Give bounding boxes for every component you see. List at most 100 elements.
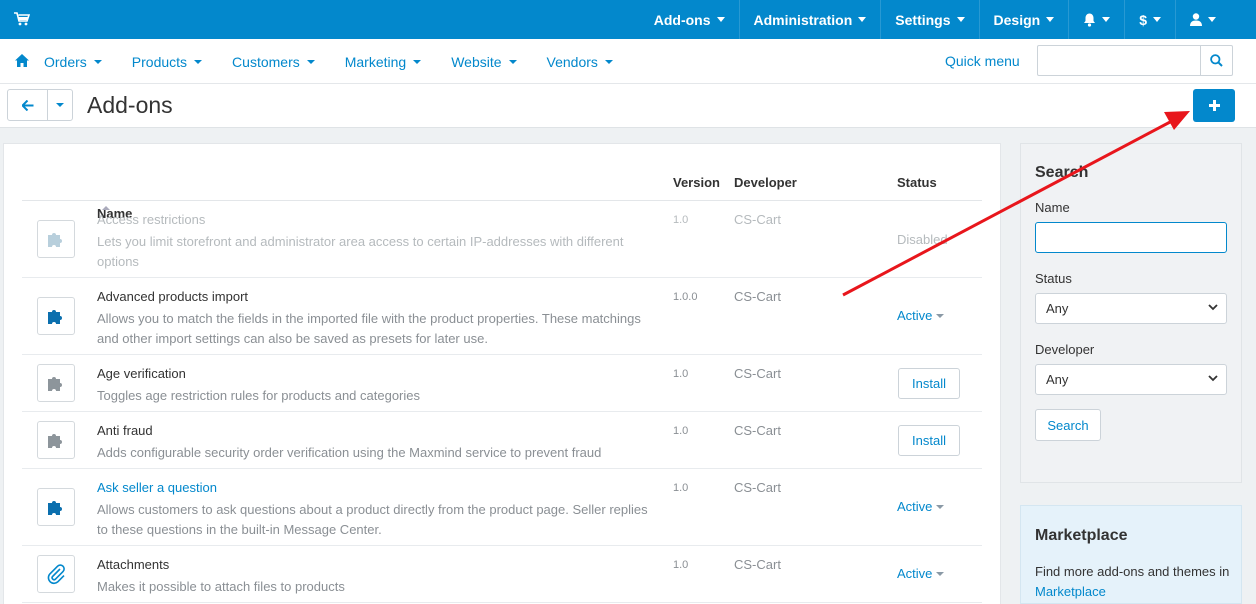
- top-nav-notifications[interactable]: [1068, 0, 1124, 39]
- status-label: Disabled: [897, 232, 948, 247]
- top-nav-settings[interactable]: Settings: [880, 0, 978, 39]
- install-button[interactable]: Install: [898, 425, 960, 456]
- addon-description: Allows you to match the fields in the im…: [97, 311, 641, 346]
- chevron-down-icon: [93, 59, 102, 64]
- marketplace-text-body: Find more add-ons and themes in: [1035, 564, 1230, 579]
- status-select-value: Any: [1046, 301, 1069, 316]
- developer-label: Developer: [1035, 342, 1095, 357]
- addon-developer: CS-Cart: [734, 423, 781, 438]
- cart-icon[interactable]: [14, 12, 30, 26]
- addon-description: Makes it possible to attach files to pro…: [97, 579, 345, 594]
- top-nav-addons[interactable]: Add-ons: [640, 0, 739, 39]
- addon-version: 1.0: [673, 214, 689, 226]
- arrow-left-icon: [21, 99, 33, 111]
- table-row: Ask seller a question Allows customers t…: [22, 469, 982, 546]
- menu-orders[interactable]: Orders: [44, 54, 102, 70]
- top-nav-administration-label: Administration: [753, 11, 853, 28]
- table-row: Anti fraud Adds configurable security or…: [22, 412, 982, 469]
- status-dropdown[interactable]: Active: [897, 566, 945, 581]
- menu-marketing-label: Marketing: [344, 53, 407, 70]
- developer-select[interactable]: Any: [1035, 364, 1227, 395]
- addon-name[interactable]: Ask seller a question: [97, 480, 217, 495]
- status-label: Active: [897, 308, 933, 323]
- chevron-down-icon: [1102, 17, 1111, 22]
- home-icon[interactable]: [15, 54, 29, 67]
- chevron-down-icon: [194, 59, 203, 64]
- chevron-down-icon: [716, 17, 725, 22]
- puzzle-gray-icon: [37, 364, 75, 402]
- search-sidebar: Search Name Status Any Developer Any Sea…: [1020, 143, 1242, 483]
- search-icon: [1210, 54, 1223, 67]
- chevron-down-icon: [508, 59, 517, 64]
- addon-description: Toggles age restriction rules for produc…: [97, 388, 421, 403]
- menu-products[interactable]: Products: [132, 54, 203, 70]
- table-row: Attachments Makes it possible to attach …: [22, 546, 982, 603]
- addon-developer: CS-Cart: [734, 557, 781, 572]
- column-developer: Developer: [734, 175, 797, 190]
- back-dropdown-button[interactable]: [48, 90, 72, 120]
- top-navigation: Add-ons Administration Settings Design $: [640, 0, 1256, 39]
- status-dropdown[interactable]: Active: [897, 308, 945, 323]
- back-button-group: [7, 89, 73, 121]
- user-icon: [1190, 13, 1202, 26]
- table-row: Age verification Toggles age restriction…: [22, 355, 982, 412]
- status-dropdown[interactable]: Active: [897, 499, 945, 514]
- marketplace-link[interactable]: Marketplace: [1035, 584, 1106, 599]
- install-button[interactable]: Install: [898, 368, 960, 399]
- menu-vendors[interactable]: Vendors: [547, 54, 613, 70]
- chevron-down-icon: [858, 17, 867, 22]
- top-nav-user[interactable]: [1175, 0, 1256, 39]
- table-row: Advanced products import Allows you to m…: [22, 278, 982, 355]
- puzzle-blue-icon: [37, 488, 75, 526]
- quick-menu-link[interactable]: Quick menu: [945, 53, 1020, 69]
- addon-description: Lets you limit storefront and administra…: [97, 234, 624, 269]
- top-nav-currency-label: $: [1139, 11, 1147, 28]
- top-nav-currency[interactable]: $: [1124, 0, 1175, 39]
- top-nav-settings-label: Settings: [895, 11, 951, 28]
- puzzle-gray-icon: [37, 421, 75, 459]
- chevron-down-icon: [1153, 17, 1161, 22]
- chevron-down-icon: [936, 571, 945, 576]
- sidebar-search-button[interactable]: Search: [1035, 409, 1101, 441]
- main-menu: Orders Products Customers Marketing Webs…: [44, 39, 643, 84]
- chevron-down-icon: [936, 504, 945, 509]
- bell-icon: [1084, 13, 1096, 27]
- developer-select-value: Any: [1046, 372, 1069, 387]
- top-nav-administration[interactable]: Administration: [738, 0, 881, 39]
- chevron-down-icon: [1046, 17, 1055, 22]
- back-button[interactable]: [8, 90, 48, 120]
- menu-vendors-label: Vendors: [546, 53, 598, 70]
- chevron-down-icon: [56, 103, 64, 107]
- addon-name[interactable]: Age verification: [97, 366, 186, 381]
- plus-icon: [1208, 100, 1220, 111]
- chevron-down-icon: [413, 59, 422, 64]
- addon-name[interactable]: Access restrictions: [97, 212, 205, 227]
- chevron-down-icon: [1208, 375, 1218, 382]
- menu-website[interactable]: Website: [451, 53, 517, 70]
- column-status: Status: [897, 175, 937, 190]
- global-search-input[interactable]: [1037, 45, 1233, 76]
- chevron-down-icon: [306, 59, 315, 64]
- table-row: Access restrictions Lets you limit store…: [22, 201, 982, 278]
- top-bar: Add-ons Administration Settings Design $: [0, 0, 1256, 39]
- name-input[interactable]: [1035, 222, 1227, 253]
- page-title: Add-ons: [87, 92, 173, 118]
- top-nav-design-label: Design: [993, 11, 1041, 28]
- marketplace-title: Marketplace: [1035, 527, 1128, 544]
- status-label: Active: [897, 566, 933, 581]
- status-dropdown[interactable]: Disabled: [897, 232, 948, 247]
- top-nav-design[interactable]: Design: [978, 0, 1069, 39]
- addon-name[interactable]: Anti fraud: [97, 423, 153, 438]
- menu-marketing[interactable]: Marketing: [344, 53, 422, 70]
- chevron-down-icon: [956, 17, 965, 22]
- search-button[interactable]: [1200, 46, 1232, 75]
- table-header: Name Version Developer Status: [22, 144, 982, 221]
- menu-customers[interactable]: Customers: [232, 54, 315, 70]
- addon-version: 1.0: [673, 559, 689, 571]
- addon-name[interactable]: Attachments: [97, 557, 169, 572]
- addon-name[interactable]: Advanced products import: [97, 289, 248, 304]
- addon-developer: CS-Cart: [734, 480, 781, 495]
- add-addon-button[interactable]: [1193, 89, 1235, 122]
- menu-website-label: Website: [451, 53, 502, 70]
- status-select[interactable]: Any: [1035, 293, 1227, 324]
